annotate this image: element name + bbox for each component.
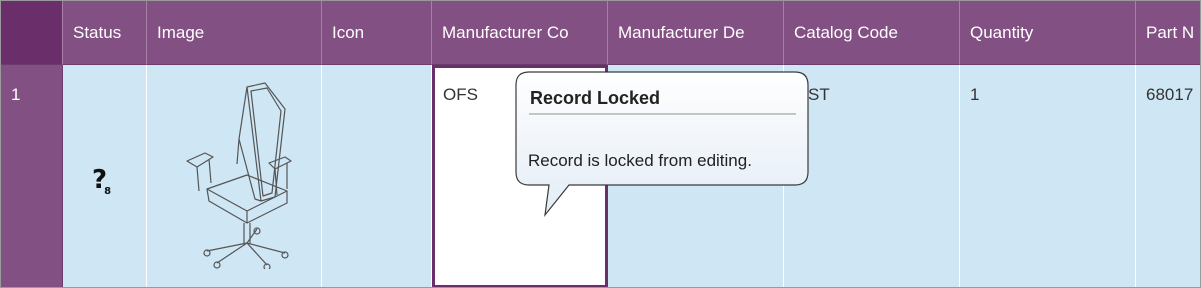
cell-part-number[interactable]: 68017 [1136, 65, 1200, 287]
column-header-catalog-code[interactable]: Catalog Code [784, 1, 960, 65]
column-header-manufacturer-code[interactable]: Manufacturer Co [432, 1, 608, 65]
tooltip-message: Record is locked from editing. [528, 151, 752, 170]
cell-status[interactable]: ?8 [63, 65, 147, 287]
grid-header-row: Status Image Icon Manufacturer Co Manufa… [1, 1, 1200, 65]
column-header-icon[interactable]: Icon [322, 1, 432, 65]
column-header-part-number[interactable]: Part N [1136, 1, 1200, 65]
column-header-status[interactable]: Status [63, 1, 147, 65]
office-chair-image [186, 82, 292, 269]
tooltip-title: Record Locked [530, 88, 661, 108]
cell-icon[interactable] [322, 65, 432, 287]
data-grid: Status Image Icon Manufacturer Co Manufa… [0, 0, 1201, 288]
header-corner[interactable] [1, 1, 63, 65]
cell-quantity[interactable]: 1 [960, 65, 1136, 287]
question-badge-icon: ?8 [92, 165, 112, 198]
cell-image[interactable] [147, 65, 322, 287]
row-header[interactable]: 1 [1, 65, 63, 287]
column-header-manufacturer-description[interactable]: Manufacturer De [608, 1, 784, 65]
column-header-image[interactable]: Image [147, 1, 322, 65]
record-locked-tooltip: Record Locked Record is locked from edit… [515, 71, 809, 218]
column-header-quantity[interactable]: Quantity [960, 1, 1136, 65]
